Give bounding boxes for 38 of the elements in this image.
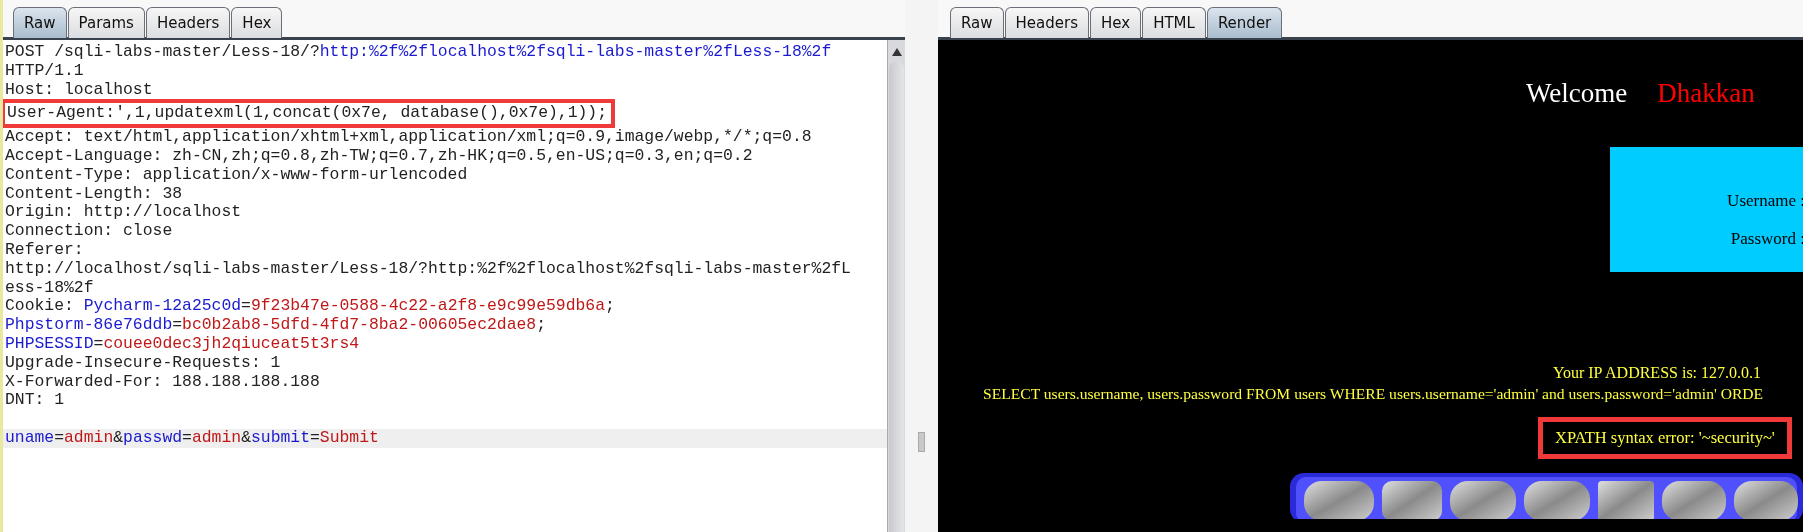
scrollbar-thumb[interactable] bbox=[889, 62, 904, 532]
splitter-handle[interactable] bbox=[918, 432, 925, 452]
password-label: Password : bbox=[1730, 229, 1803, 249]
up-arrow-icon[interactable] bbox=[891, 48, 902, 56]
tab[interactable]: Raw bbox=[13, 7, 67, 38]
tab[interactable]: HTML bbox=[1142, 7, 1206, 38]
code-line: Connection: close bbox=[4, 222, 173, 241]
code-line: X-Forwarded-For: 188.188.188.188 bbox=[4, 372, 320, 392]
user-name: Dhakkan bbox=[1657, 78, 1755, 109]
scrollbar[interactable] bbox=[887, 40, 905, 532]
code-line: ess-18%2f bbox=[4, 278, 94, 298]
code-line: Accept-Language: zh-CN,zh;q=0.8,zh-TW;q=0.7,zh-HK;q=0.5,en-US;q=0.3,en;q=0.2 bbox=[4, 147, 753, 166]
welcome-text: Welcome bbox=[1526, 78, 1628, 109]
code-line: HTTP/1.1 bbox=[4, 61, 84, 81]
sql-query-text: SELECT users.username, users.password FROM users WHERE users.username='admin' and users.password='admin' ORDE bbox=[983, 385, 1765, 403]
code-line: Origin: http://localhost bbox=[4, 203, 242, 223]
username-label: Username : bbox=[1727, 191, 1803, 211]
tab[interactable]: Params bbox=[67, 7, 145, 38]
tab[interactable]: Headers bbox=[1004, 7, 1089, 38]
tab[interactable]: Headers bbox=[145, 7, 231, 38]
code-line: Upgrade-Insecure-Requests: 1 bbox=[4, 353, 281, 373]
code-line: Cookie: Pycharm-12a25c0d=9f23b47e-0588-4c22-a2f8-e9c99e59db6a; bbox=[4, 297, 615, 317]
code-line: http://localhost/sqli-labs-master/Less-18/?http:%2f%2flocalhost%2fsqli-labs-master%2fL bbox=[4, 259, 851, 279]
code-line: PHPSESSID=couee0dec3jh2qiuceat5t3rs4 bbox=[4, 334, 360, 354]
code-line: Referer: bbox=[4, 240, 84, 260]
tab[interactable]: Raw bbox=[950, 7, 1004, 38]
code-line: Host: localhost bbox=[4, 80, 153, 100]
code-line: Accept: text/html,application/xhtml+xml,application/xml;q=0.9,image/webp,*/*;q=0.8 bbox=[4, 128, 812, 147]
code-line: Phpstorm-86e76ddb=bc0b2ab8-5dfd-4fd7-8ba2-00605ec2dae8; bbox=[4, 316, 546, 335]
code-line: Content-Type: application/x-www-form-urlencoded bbox=[4, 165, 468, 185]
ip-address-text: Your IP ADDRESS is: 127.0.0.1 bbox=[1553, 364, 1763, 382]
xpath-error-text: XPATH syntax error: '~security~' bbox=[1538, 417, 1792, 459]
tab[interactable]: Hex bbox=[231, 7, 283, 38]
tab[interactable]: Hex bbox=[1090, 7, 1142, 38]
code-line: Content-Length: 38 bbox=[4, 184, 183, 204]
code-line: DNT: 1 bbox=[4, 391, 65, 411]
tab[interactable]: Render bbox=[1206, 7, 1283, 38]
code-line: POST /sqli-labs-master/Less-18/?http:%2f%2flocalhost%2fsqli-labs-master%2fLess-18%2f bbox=[4, 43, 832, 62]
